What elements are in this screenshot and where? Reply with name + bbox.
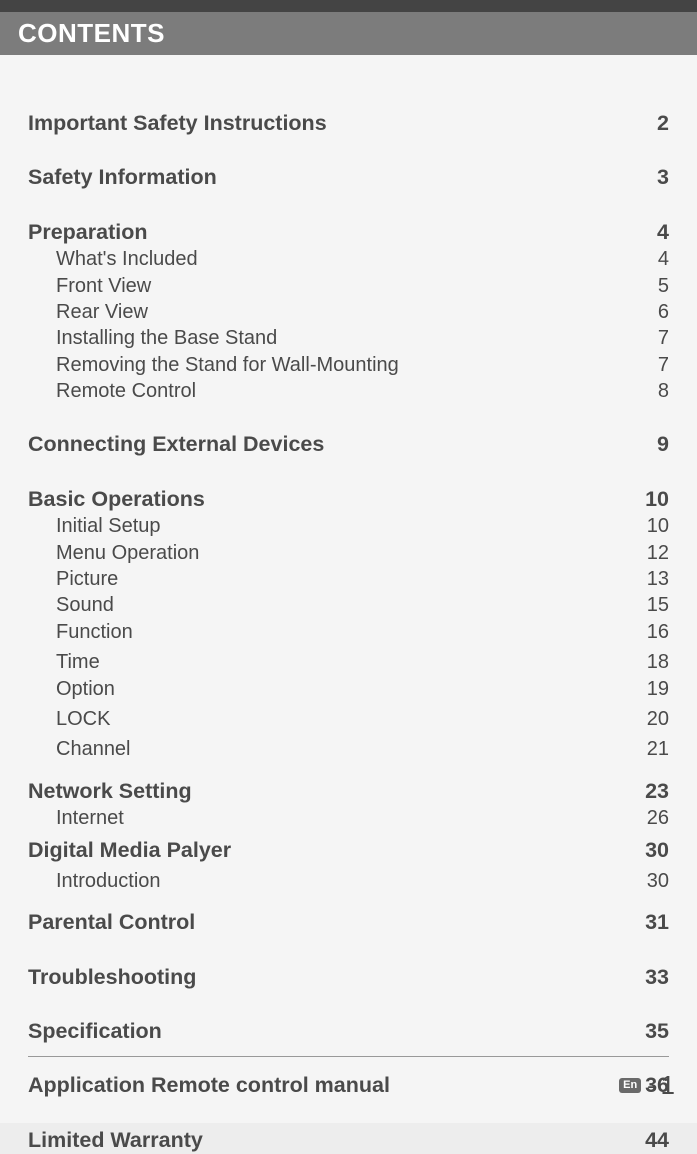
toc-subitem: Time 18 [28, 649, 669, 675]
page-number: 1 [661, 1070, 675, 1101]
toc-subitem: Channel 21 [28, 736, 669, 762]
toc-subitem: Front View 5 [28, 273, 669, 299]
toc-section: Parental Control 31 [28, 908, 669, 936]
toc-sub-title: What's Included [28, 246, 198, 272]
toc-sub-title: Installing the Base Stand [28, 325, 277, 351]
toc-subitem: LOCK 20 [28, 706, 669, 732]
toc-sub-title: Internet [28, 805, 124, 831]
toc-section: Application Remote control manual 36 [28, 1071, 669, 1099]
language-badge: En [619, 1078, 641, 1093]
toc-sub-page: 7 [658, 352, 669, 378]
toc-section: Troubleshooting 33 [28, 963, 669, 991]
toc-sub-page: 19 [647, 676, 669, 702]
toc-sub-page: 18 [647, 649, 669, 675]
toc-section-page: 30 [645, 836, 669, 864]
toc-subitem: Function 16 [28, 619, 669, 645]
toc-subitem: Option 19 [28, 676, 669, 702]
toc-sub-page: 15 [647, 592, 669, 618]
toc-section-page: 2 [657, 109, 669, 137]
toc-section: Basic Operations 10 [28, 485, 669, 513]
toc-section: Specification 35 [28, 1017, 669, 1045]
toc-sub-title: Initial Setup [28, 513, 161, 539]
header-title: CONTENTS [18, 18, 165, 48]
footer-separator: - [647, 1073, 654, 1099]
toc-subitem: Menu Operation 12 [28, 540, 669, 566]
toc-sub-title: Rear View [28, 299, 148, 325]
toc-subitem: Sound 15 [28, 592, 669, 618]
toc-sub-title: Introduction [28, 868, 161, 894]
toc-sub-page: 13 [647, 566, 669, 592]
toc-section: Safety Information 3 [28, 163, 669, 191]
toc-sub-title: Picture [28, 566, 118, 592]
manual-page: CONTENTS Important Safety Instructions 2… [0, 0, 697, 1123]
toc-section-title: Preparation [28, 218, 147, 246]
toc-sub-page: 10 [647, 513, 669, 539]
top-border [0, 0, 697, 12]
toc-section: Connecting External Devices 9 [28, 430, 669, 458]
toc-subitem: Introduction 30 [28, 868, 669, 894]
toc-body: Important Safety Instructions 2 Safety I… [0, 55, 697, 1154]
toc-subitem: Rear View 6 [28, 299, 669, 325]
toc-sub-page: 6 [658, 299, 669, 325]
toc-sub-title: Channel [28, 736, 131, 762]
toc-sub-title: Menu Operation [28, 540, 199, 566]
toc-sub-title: LOCK [28, 706, 110, 732]
toc-sub-title: Removing the Stand for Wall-Mounting [28, 352, 399, 378]
toc-section-title: Digital Media Palyer [28, 836, 231, 864]
toc-subitem: Initial Setup 10 [28, 513, 669, 539]
toc-section-page: 3 [657, 163, 669, 191]
toc-sub-title: Front View [28, 273, 151, 299]
toc-section-page: 44 [645, 1126, 669, 1154]
toc-subitem: Remote Control 8 [28, 378, 669, 404]
toc-sub-page: 8 [658, 378, 669, 404]
toc-section: Digital Media Palyer 30 [28, 836, 669, 864]
toc-section: Limited Warranty 44 [28, 1126, 669, 1154]
toc-subitem: Internet 26 [28, 805, 669, 831]
page-footer: En - 1 [619, 1070, 675, 1101]
toc-section: Important Safety Instructions 2 [28, 109, 669, 137]
toc-section-title: Network Setting [28, 777, 192, 805]
toc-sub-title: Time [28, 649, 100, 675]
toc-subitem: Installing the Base Stand 7 [28, 325, 669, 351]
toc-sub-page: 20 [647, 706, 669, 732]
contents-header: CONTENTS [0, 12, 697, 55]
toc-section-title: Specification [28, 1017, 162, 1045]
toc-section-page: 33 [645, 963, 669, 991]
divider [28, 1056, 669, 1057]
toc-sub-title: Sound [28, 592, 114, 618]
toc-sub-page: 21 [647, 736, 669, 762]
toc-section-page: 35 [645, 1017, 669, 1045]
toc-section-title: Connecting External Devices [28, 430, 324, 458]
toc-section: Preparation 4 [28, 218, 669, 246]
toc-sub-page: 16 [647, 619, 669, 645]
toc-subitem: Removing the Stand for Wall-Mounting 7 [28, 352, 669, 378]
toc-section-page: 10 [645, 485, 669, 513]
toc-section-title: Parental Control [28, 908, 195, 936]
toc-subitem: Picture 13 [28, 566, 669, 592]
toc-sub-page: 5 [658, 273, 669, 299]
toc-section-title: Important Safety Instructions [28, 109, 327, 137]
toc-sub-page: 7 [658, 325, 669, 351]
toc-section-title: Safety Information [28, 163, 217, 191]
toc-section-title: Limited Warranty [28, 1126, 203, 1154]
toc-section-page: 4 [657, 218, 669, 246]
toc-section-title: Troubleshooting [28, 963, 196, 991]
toc-section-page: 31 [645, 908, 669, 936]
toc-section: Network Setting 23 [28, 777, 669, 805]
toc-section-page: 9 [657, 430, 669, 458]
toc-sub-page: 30 [647, 868, 669, 894]
toc-sub-page: 4 [658, 246, 669, 272]
toc-section-title: Basic Operations [28, 485, 205, 513]
toc-sub-page: 26 [647, 805, 669, 831]
toc-section-title: Application Remote control manual [28, 1071, 390, 1099]
toc-sub-page: 12 [647, 540, 669, 566]
toc-sub-title: Option [28, 676, 115, 702]
toc-section-page: 23 [645, 777, 669, 805]
toc-sub-title: Remote Control [28, 378, 196, 404]
toc-sub-title: Function [28, 619, 133, 645]
toc-subitem: What's Included 4 [28, 246, 669, 272]
